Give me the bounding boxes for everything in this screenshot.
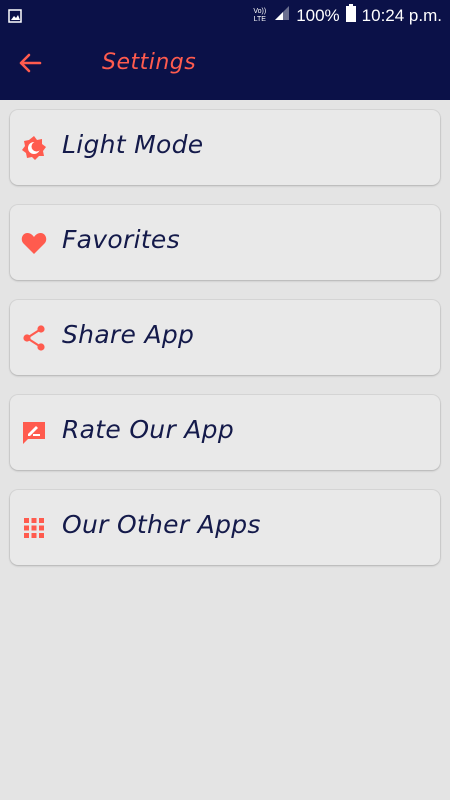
menu-item-label: Favorites	[62, 225, 180, 254]
clock: 10:24 p.m.	[361, 5, 442, 25]
battery-level: 100%	[296, 5, 340, 25]
back-button[interactable]	[12, 50, 48, 80]
menu-item-rate-our-app[interactable]: Rate Our App	[10, 395, 440, 470]
rate-review-icon	[21, 420, 47, 446]
menu-item-label: Share App	[62, 320, 195, 349]
menu-item-label: Rate Our App	[62, 415, 235, 444]
settings-list: Light Mode Favorites Share App Rate Our …	[10, 110, 440, 585]
menu-item-favorites[interactable]: Favorites	[10, 205, 440, 280]
status-right: Vo)) LTE 100% 10:24 p.m.	[253, 4, 442, 27]
menu-item-light-mode[interactable]: Light Mode	[10, 110, 440, 185]
gallery-notification-icon	[8, 8, 22, 27]
menu-item-label: Light Mode	[62, 130, 204, 159]
menu-item-share-app[interactable]: Share App	[10, 300, 440, 375]
signal-icon	[274, 5, 290, 26]
lte-label: LTE	[253, 15, 266, 23]
page-title: Settings	[102, 50, 197, 75]
battery-icon	[345, 4, 356, 27]
menu-item-our-other-apps[interactable]: Our Other Apps	[10, 490, 440, 565]
status-bar: Vo)) LTE 100% 10:24 p.m.	[0, 0, 450, 30]
volte-label: Vo))	[253, 7, 267, 15]
heart-icon	[21, 230, 47, 256]
app-bar: Settings	[0, 30, 450, 100]
lte-indicator: Vo)) LTE	[253, 8, 266, 24]
back-arrow-icon	[18, 52, 42, 78]
apps-grid-icon	[21, 515, 47, 541]
share-icon	[21, 325, 47, 351]
menu-item-label: Our Other Apps	[62, 510, 261, 539]
theme-mode-icon	[21, 135, 47, 161]
